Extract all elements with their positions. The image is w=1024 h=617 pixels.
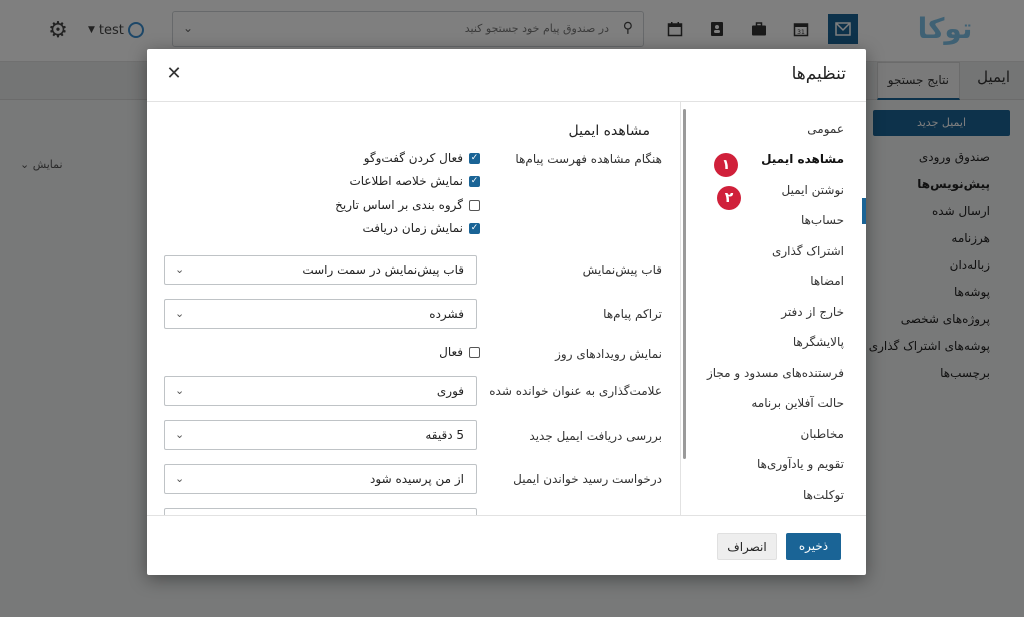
chevron-down-icon: ⌄	[175, 307, 185, 320]
checkbox-unchecked-icon[interactable]	[469, 346, 480, 358]
nav-item-calendar[interactable]: تقویم و یادآوری‌ها	[757, 457, 844, 471]
checkbox-day-events[interactable]: فعال	[439, 345, 480, 359]
chevron-down-icon: ⌄	[175, 428, 185, 441]
chevron-down-icon: ⌄	[175, 263, 185, 276]
partial-select[interactable]	[164, 508, 477, 515]
dialog-header: تنظیم‌ها ✕	[147, 49, 866, 102]
nav-active-indicator	[862, 198, 866, 224]
day-events-label: نمایش رویدادهای روز	[555, 347, 662, 361]
nav-item-contacts[interactable]: مخاطبان	[801, 427, 844, 441]
select-value: فشرده	[429, 307, 464, 321]
preview-pane-label: قاب پیش‌نمایش	[582, 263, 662, 277]
density-label: تراکم پیام‌ها	[603, 307, 662, 321]
nav-item-blocked-senders[interactable]: فرستنده‌های مسدود و مجاز	[707, 366, 844, 380]
nav-item-sharing[interactable]: اشتراک گذاری	[772, 244, 844, 258]
select-value: از من پرسیده شود	[370, 472, 464, 486]
check-new-mail-label: بررسی دریافت ایمیل جدید	[529, 429, 662, 443]
checkbox-label: فعال	[439, 345, 463, 359]
checkbox-label: نمایش زمان دریافت	[362, 221, 463, 235]
select-value: قاب پیش‌نمایش در سمت راست	[302, 263, 464, 277]
dialog-title: تنظیم‌ها	[791, 64, 846, 84]
read-receipt-label: درخواست رسید خواندن ایمیل	[513, 472, 662, 486]
mark-read-select[interactable]: فوری ⌄	[164, 376, 477, 406]
checkbox-unchecked-icon[interactable]	[469, 199, 480, 211]
settings-content: مشاهده ایمیل هنگام مشاهده فهرست پیام‌ها …	[147, 102, 680, 515]
nav-item-view-mail[interactable]: مشاهده ایمیل	[761, 152, 844, 166]
nav-item-out-of-office[interactable]: خارج از دفتر	[781, 305, 844, 319]
check-new-mail-select[interactable]: 5 دقیقه ⌄	[164, 420, 477, 450]
checkbox-show-received-time[interactable]: ✓ نمایش زمان دریافت	[362, 221, 480, 235]
checkbox-checked-icon[interactable]: ✓	[469, 175, 480, 187]
save-button[interactable]: ذخیره	[786, 533, 841, 560]
preview-pane-select[interactable]: قاب پیش‌نمایش در سمت راست ⌄	[164, 255, 477, 285]
settings-nav: عمومی مشاهده ایمیل نوشتن ایمیل حساب‌ها ا…	[680, 102, 866, 515]
nav-item-compose[interactable]: نوشتن ایمیل	[782, 183, 844, 197]
mark-read-label: علامت‌گذاری به عنوان خوانده شده	[489, 384, 662, 398]
chevron-down-icon: ⌄	[175, 384, 185, 397]
checkbox-show-summary[interactable]: ✓ نمایش خلاصه اطلاعات	[349, 174, 480, 188]
checkbox-label: فعال کردن گفت‌وگو	[363, 151, 463, 165]
dialog-footer: ذخیره انصراف	[147, 515, 866, 575]
density-select[interactable]: فشرده ⌄	[164, 299, 477, 329]
nav-item-offline-mode[interactable]: حالت آفلاین برنامه	[751, 396, 844, 410]
select-value: 5 دقیقه	[425, 428, 464, 442]
checkbox-checked-icon[interactable]: ✓	[469, 152, 480, 164]
checkbox-group-by-date[interactable]: گروه بندی بر اساس تاریخ	[335, 198, 480, 212]
close-icon[interactable]: ✕	[165, 65, 183, 83]
nav-item-filters[interactable]: پالایشگرها	[793, 335, 844, 349]
settings-dialog: تنظیم‌ها ✕ عمومی مشاهده ایمیل نوشتن ایمی…	[147, 49, 866, 575]
read-receipt-select[interactable]: از من پرسیده شود ⌄	[164, 464, 477, 494]
step-badge-2: ۲	[717, 186, 741, 210]
nav-item-accounts[interactable]: حساب‌ها	[801, 213, 844, 227]
checkbox-label: گروه بندی بر اساس تاریخ	[335, 198, 463, 212]
nav-item-tokens[interactable]: توکلت‌ها	[803, 488, 844, 502]
chevron-down-icon: ⌄	[175, 472, 185, 485]
checkbox-enable-conversation[interactable]: ✓ فعال کردن گفت‌وگو	[364, 151, 480, 165]
select-value: فوری	[436, 384, 464, 398]
section-title: مشاهده ایمیل	[568, 123, 650, 139]
cancel-button[interactable]: انصراف	[717, 533, 777, 560]
nav-item-signatures[interactable]: امضاها	[810, 274, 844, 288]
step-badge-1: ۱	[714, 153, 738, 177]
content-scrollbar[interactable]	[683, 109, 686, 459]
checkbox-checked-icon[interactable]: ✓	[469, 222, 480, 234]
list-view-label: هنگام مشاهده فهرست پیام‌ها	[515, 152, 662, 166]
nav-item-general[interactable]: عمومی	[807, 122, 844, 136]
checkbox-label: نمایش خلاصه اطلاعات	[349, 174, 463, 188]
